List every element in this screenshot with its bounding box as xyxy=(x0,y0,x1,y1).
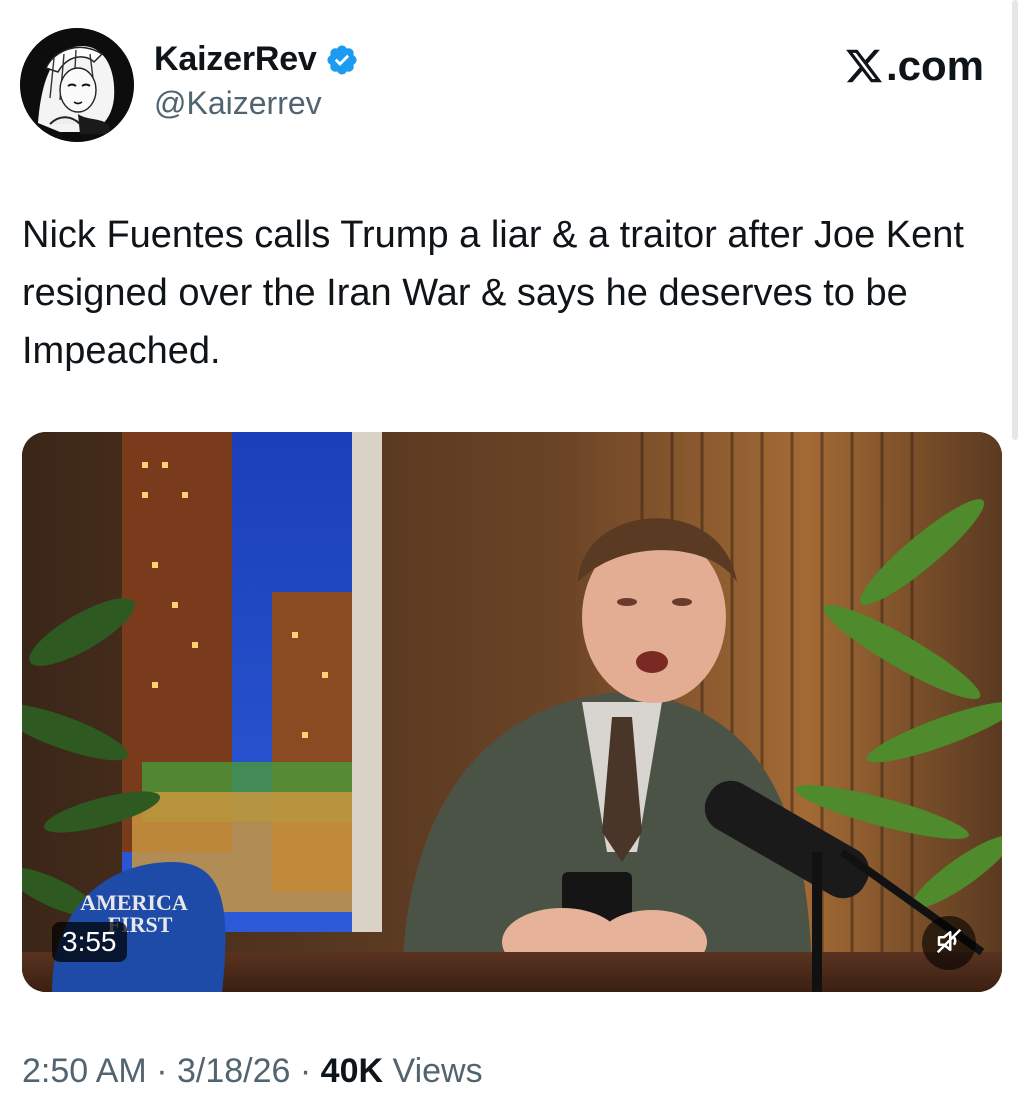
mute-toggle-button[interactable] xyxy=(922,916,976,970)
avatar-illustration xyxy=(20,28,134,142)
tweet-screenshot: KaizerRev @Kaizerrev .com Nick Fuentes c… xyxy=(0,0,1024,1112)
avatar[interactable] xyxy=(20,28,134,142)
name-row: KaizerRev xyxy=(154,40,359,79)
author-display-name[interactable]: KaizerRev xyxy=(154,40,317,79)
video-duration-badge: 3:55 xyxy=(52,922,127,962)
brand-domain: .com xyxy=(885,42,984,89)
meta-separator: · xyxy=(299,1052,312,1090)
tweet-meta: 2:50 AM · 3/18/26 · 40K Views xyxy=(22,1052,483,1091)
verified-badge-icon xyxy=(325,43,359,77)
video-thumbnail: AMERICA FIRST xyxy=(22,432,1002,992)
tweet-date[interactable]: 3/18/26 xyxy=(177,1052,290,1090)
video-player[interactable]: AMERICA FIRST 3:55 xyxy=(22,432,1002,992)
views-label: Views xyxy=(392,1052,483,1090)
tweet-time[interactable]: 2:50 AM xyxy=(22,1052,147,1090)
scrollbar[interactable] xyxy=(1012,0,1018,440)
x-brand-logo: .com xyxy=(844,42,984,90)
meta-separator: · xyxy=(156,1052,168,1090)
muted-speaker-icon xyxy=(934,926,964,961)
author-handle[interactable]: @Kaizerrev xyxy=(154,85,359,122)
views-count[interactable]: 40K xyxy=(321,1052,383,1090)
tweet-text: Nick Fuentes calls Trump a liar & a trai… xyxy=(22,214,964,372)
x-logo-icon xyxy=(844,46,884,86)
author-info: KaizerRev @Kaizerrev xyxy=(154,40,359,122)
